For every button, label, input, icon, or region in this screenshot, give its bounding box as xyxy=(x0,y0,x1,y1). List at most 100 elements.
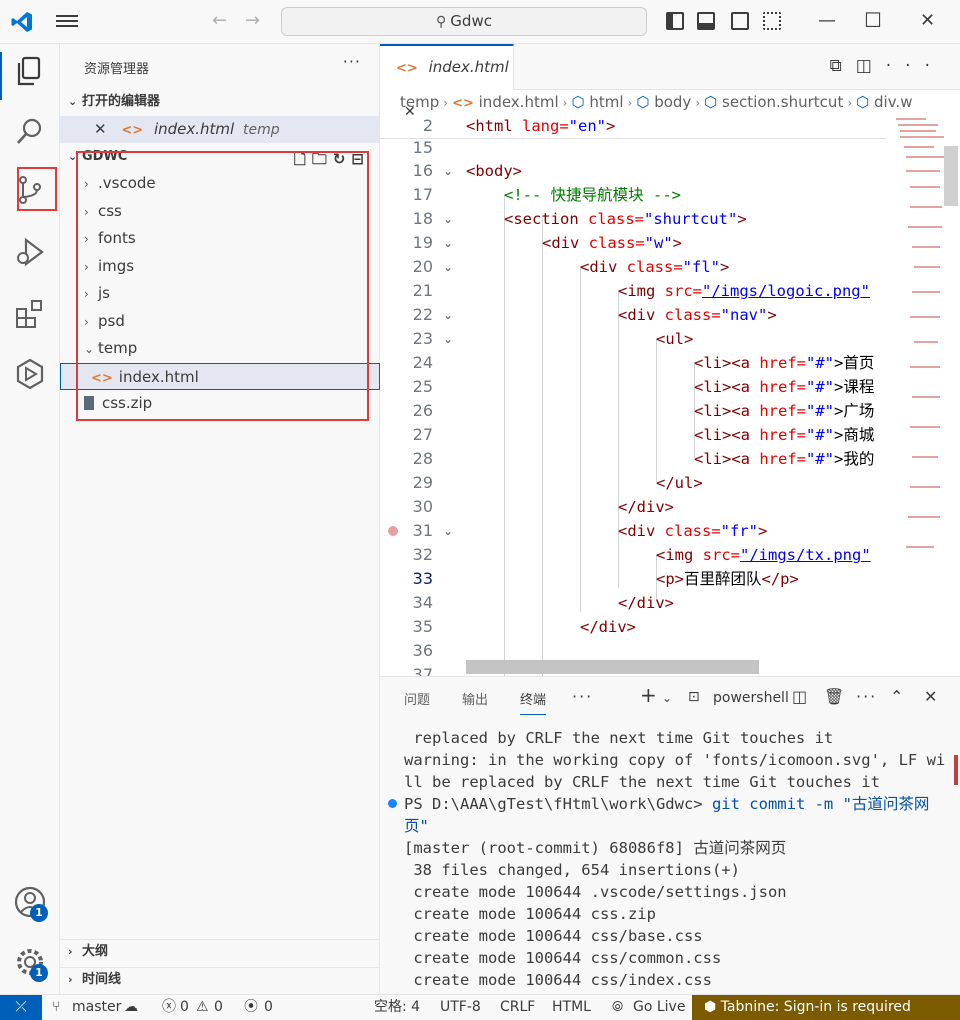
tab-index-html[interactable]: <> index.html ✕ xyxy=(380,44,514,120)
code-line-current: 33 <p>百里醉团队</p> xyxy=(412,569,799,588)
explorer-icon[interactable] xyxy=(12,54,48,90)
branch-label[interactable]: master xyxy=(72,995,121,1019)
code-editor[interactable]: 2 <html lang="en"> 15 16 ⌄ <body> 17 <!-- 快捷… xyxy=(380,116,886,676)
terminal-line: create mode 100644 .vscode/settings.json xyxy=(404,883,787,901)
open-editors-label: 打开的编辑器 xyxy=(82,94,161,109)
terminal-line: create mode 100644 css/index.css xyxy=(404,971,712,989)
code-line: 32 <img src="/imgs/tx.png" xyxy=(412,545,871,564)
breadcrumb-item[interactable]: html xyxy=(589,93,623,111)
toggle-panel-icon[interactable] xyxy=(697,12,715,30)
go-live-button[interactable]: Go Live xyxy=(633,995,685,1019)
code-line: 22 ⌄ <div class="nav"> xyxy=(380,303,886,327)
menu-icon[interactable] xyxy=(56,12,78,32)
highlight-box xyxy=(17,167,57,211)
settings-badge: 1 xyxy=(30,964,48,982)
fold-chevron-icon[interactable]: ⌄ xyxy=(443,327,453,351)
more-actions-icon[interactable]: ··· xyxy=(886,56,944,76)
title-bar: ← → ⚲ Gdwc — ☐ ✕ xyxy=(0,0,960,44)
customize-layout-icon[interactable] xyxy=(763,12,781,30)
fold-chevron-icon[interactable]: ⌄ xyxy=(443,255,453,279)
tab-problems[interactable]: 问题 xyxy=(404,689,430,708)
search-icon[interactable] xyxy=(12,114,48,150)
maximize-icon[interactable]: ☐ xyxy=(864,8,882,32)
fold-chevron-icon[interactable]: ⌄ xyxy=(443,231,453,255)
indentation[interactable]: 空格: 4 xyxy=(374,995,420,1019)
open-editor-item[interactable]: ✕ <> index.html temp xyxy=(60,116,380,143)
code-line: 20 ⌄ <div class="fl"> xyxy=(380,255,886,279)
go-live-icon: ⦾ xyxy=(612,999,624,1015)
trash-icon[interactable]: 🗑 xyxy=(824,687,844,706)
minimize-icon[interactable]: — xyxy=(818,10,836,31)
more-actions-button[interactable]: ··· xyxy=(343,52,361,71)
split-editor-icon[interactable]: ◫ xyxy=(856,56,886,76)
warning-count[interactable]: 0 xyxy=(214,995,223,1019)
horizontal-scrollbar[interactable] xyxy=(466,660,759,674)
tab-label: index.html xyxy=(428,58,509,76)
remote-indicator-icon[interactable]: ⤫ xyxy=(0,995,42,1020)
run-debug-icon[interactable] xyxy=(12,234,48,270)
terminal-line: PS D:\AAA\gTest\fHtml\work\Gdwc> git com… xyxy=(388,793,934,815)
breadcrumb-item[interactable]: section.shurtcut xyxy=(722,93,843,111)
open-editors-header[interactable]: ⌄ 打开的编辑器 xyxy=(60,90,380,114)
timeline-header[interactable]: › 时间线 xyxy=(60,967,380,991)
shell-label[interactable]: powershell xyxy=(713,690,789,706)
terminal-line: 页" xyxy=(404,817,429,835)
fold-chevron-icon[interactable]: ⌄ xyxy=(443,519,453,543)
more-actions-icon[interactable]: ··· xyxy=(856,687,877,706)
end-of-line[interactable]: CRLF xyxy=(500,995,535,1019)
outline-header[interactable]: › 大纲 xyxy=(60,939,380,963)
encoding[interactable]: UTF-8 xyxy=(440,995,481,1019)
split-terminal-icon[interactable]: ◫ xyxy=(792,687,807,706)
tabnine-status[interactable]: ⬢ Tabnine: Sign-in is required xyxy=(692,995,960,1020)
code-line: 35 </div> xyxy=(412,617,636,636)
code-line: 31 ⌄ <div class="fr"> xyxy=(380,519,886,543)
extensions-icon[interactable] xyxy=(12,296,48,332)
breadcrumb-item[interactable]: body xyxy=(654,93,691,111)
maximize-panel-icon[interactable]: ⌃ xyxy=(890,687,903,706)
fold-chevron-icon[interactable]: ⌄ xyxy=(443,303,453,327)
ports-count[interactable]: 0 xyxy=(264,995,273,1019)
close-panel-icon[interactable]: ✕ xyxy=(924,687,937,706)
code-line: 28 <li><a href="#">我的 xyxy=(412,449,875,468)
close-editor-icon[interactable]: ✕ xyxy=(94,120,107,138)
breadcrumb-item[interactable]: div.w xyxy=(874,93,912,111)
fold-chevron-icon[interactable]: ⌄ xyxy=(443,207,453,231)
html-file-icon: <> xyxy=(396,61,418,76)
breadcrumb-item[interactable]: temp xyxy=(400,93,439,111)
language-mode[interactable]: HTML xyxy=(552,995,591,1019)
minimap[interactable] xyxy=(886,116,960,676)
breadcrumb-item[interactable]: index.html xyxy=(479,93,559,111)
toggle-primary-sidebar-icon[interactable] xyxy=(666,12,684,30)
highlight-box xyxy=(76,151,369,421)
back-arrow-icon[interactable]: ← xyxy=(212,10,227,31)
sync-icon[interactable]: ☁ xyxy=(124,995,138,1019)
new-terminal-icon[interactable]: + xyxy=(640,683,657,707)
terminal-line: create mode 100644 css/common.css xyxy=(404,949,722,967)
error-count[interactable]: 0 xyxy=(180,995,189,1019)
code-line: 30 </div> xyxy=(412,497,674,516)
branch-icon: ⑂ xyxy=(52,999,61,1015)
more-panels-icon[interactable]: ··· xyxy=(572,687,593,706)
command-status-dot xyxy=(388,799,397,808)
close-window-icon[interactable]: ✕ xyxy=(920,10,935,31)
toggle-secondary-sidebar-icon[interactable] xyxy=(731,12,749,30)
open-editor-folder: temp xyxy=(242,122,280,138)
fold-chevron-icon[interactable]: ⌄ xyxy=(443,159,453,183)
tab-terminal[interactable]: 终端 xyxy=(520,689,547,715)
forward-arrow-icon[interactable]: → xyxy=(245,10,260,31)
ports-icon: ⦿ xyxy=(244,999,258,1015)
code-line: 19 ⌄ <div class="w"> xyxy=(380,231,886,255)
chevron-down-icon[interactable]: ⌄ xyxy=(662,691,672,705)
terminal-line: create mode 100644 css.zip xyxy=(404,905,656,923)
element-cube-icon: ⬡ xyxy=(636,93,650,111)
terminal-line: create mode 100644 css/base.css xyxy=(404,927,703,945)
element-cube-icon: ⬡ xyxy=(571,93,585,111)
terminal-line: replaced by CRLF the next time Git touch… xyxy=(404,729,834,747)
tab-output[interactable]: 输出 xyxy=(462,689,488,708)
open-preview-icon[interactable]: ⧉ xyxy=(830,56,856,76)
terminal-output[interactable]: replaced by CRLF the next time Git touch… xyxy=(388,727,945,991)
command-center-search[interactable]: ⚲ Gdwc xyxy=(281,7,647,36)
minimap-slider[interactable] xyxy=(944,146,958,206)
remote-explorer-icon[interactable] xyxy=(12,356,48,392)
timeline-label: 时间线 xyxy=(82,972,122,987)
